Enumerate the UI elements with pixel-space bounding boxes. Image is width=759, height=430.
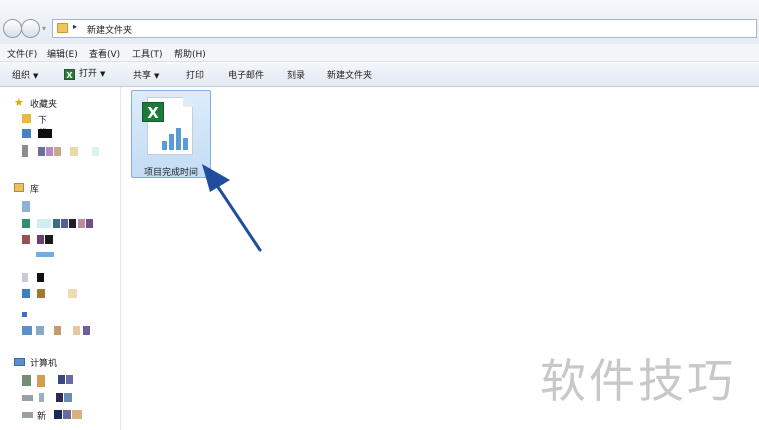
blurred-label [46,147,53,156]
blurred-label [38,147,45,156]
blurred-label [37,273,44,282]
arrow-head [202,164,230,192]
favorites-heading[interactable]: 收藏夹 [30,97,57,110]
blurred-label [73,326,80,335]
excel-logo-icon: X [142,102,164,122]
blurred-label [53,219,60,228]
desktop-icon [22,129,31,138]
menu-edit[interactable]: 编辑(E) [47,47,78,60]
bar-icon-part [169,134,174,150]
blurred-label [58,375,65,384]
blurred-label [54,410,62,419]
video-icon [22,201,30,212]
chart-bars-icon [162,126,188,150]
blurred-label [68,289,77,298]
sidebar-item-label: 新 [37,412,47,422]
blurred-label [61,219,68,228]
blurred-label [37,289,45,298]
email-button[interactable]: 电子邮件 [228,68,264,81]
blurred-label [36,252,54,257]
library-heading[interactable]: 库 [30,182,39,195]
organize-button[interactable]: 组织 ▼ [12,68,38,81]
computer-icon [14,358,25,366]
computer-heading[interactable]: 计算机 [30,356,57,369]
arrow-shaft [210,176,262,252]
blurred-label [70,147,78,156]
history-dropdown-icon[interactable]: ▾ [42,24,46,33]
library-item-icon [22,235,30,244]
bar-icon-part [183,138,188,150]
menu-view[interactable]: 查看(V) [89,47,120,60]
menu-help[interactable]: 帮助(H) [174,47,206,60]
blurred-label [83,326,90,335]
breadcrumb-current[interactable]: 新建文件夹 [87,23,132,36]
blurred-label [66,375,73,384]
share-button[interactable]: 共享 ▼ [133,68,159,81]
back-button[interactable] [3,19,22,38]
bar-icon-part [176,128,181,150]
blurred-label [56,393,63,402]
blurred-label [54,326,61,335]
library-item-icon [22,312,27,317]
annotation-arrow-icon [202,164,262,252]
command-toolbar: 组织 ▼ X 打开 ▼ 共享 ▼ 打印 电子邮件 刻录 新建文件夹 [0,62,759,87]
blurred-label [92,147,99,156]
blurred-label [37,375,45,387]
address-bar-area: ▾ ▸ 新建文件夹 [0,0,759,45]
blurred-label [64,393,72,402]
menu-tools[interactable]: 工具(T) [132,47,163,60]
breadcrumb-chevron-icon[interactable]: ▸ [73,22,77,31]
blurred-label [37,219,51,228]
library-item-icon [22,219,30,228]
share-label: 共享 [133,71,152,81]
chevron-down-icon: ▼ [154,72,160,80]
library-item-icon [22,326,32,335]
blurred-label [54,147,61,156]
library-item-icon [22,289,30,298]
favorites-star-icon: ★ [14,96,24,109]
drive-icon [22,375,31,386]
navigation-pane: ★ 收藏夹 下载 库 [0,87,121,430]
downloads-folder-icon [22,114,31,123]
blurred-label [78,219,85,228]
page-fold [183,97,193,107]
menu-bar: 文件(F) 编辑(E) 查看(V) 工具(T) 帮助(H) [0,44,759,62]
blurred-label [45,235,53,244]
explorer-window: ▾ ▸ 新建文件夹 文件(F) 编辑(E) 查看(V) 工具(T) 帮助(H) … [0,0,759,430]
burn-button[interactable]: 刻录 [287,68,305,81]
new-folder-button[interactable]: 新建文件夹 [327,68,372,81]
drive-icon [22,412,33,418]
blurred-label [72,410,82,419]
blurred-label [63,410,71,419]
open-label: 打开 [79,69,98,79]
blurred-label [86,219,93,228]
library-icon [14,183,24,192]
menu-file[interactable]: 文件(F) [7,47,37,60]
library-item-icon [22,273,28,282]
folder-icon [57,23,68,33]
blurred-label [37,235,44,244]
drive-icon [22,395,33,401]
forward-button[interactable] [21,19,40,38]
address-input[interactable]: ▸ 新建文件夹 [52,19,757,38]
open-button[interactable]: X 打开 ▼ [64,66,105,80]
excel-file-icon: X [142,97,193,155]
recent-icon [22,145,28,157]
organize-label: 组织 [12,71,31,81]
blurred-label [69,219,76,228]
print-button[interactable]: 打印 [186,68,204,81]
blurred-label [38,129,52,138]
watermark-text: 软件技巧 [540,354,736,408]
excel-icon: X [64,69,75,80]
chevron-down-icon: ▼ [33,72,39,80]
chevron-down-icon: ▼ [100,70,106,78]
blurred-label [36,326,44,335]
blurred-label [39,393,44,402]
bar-icon-part [162,141,167,150]
